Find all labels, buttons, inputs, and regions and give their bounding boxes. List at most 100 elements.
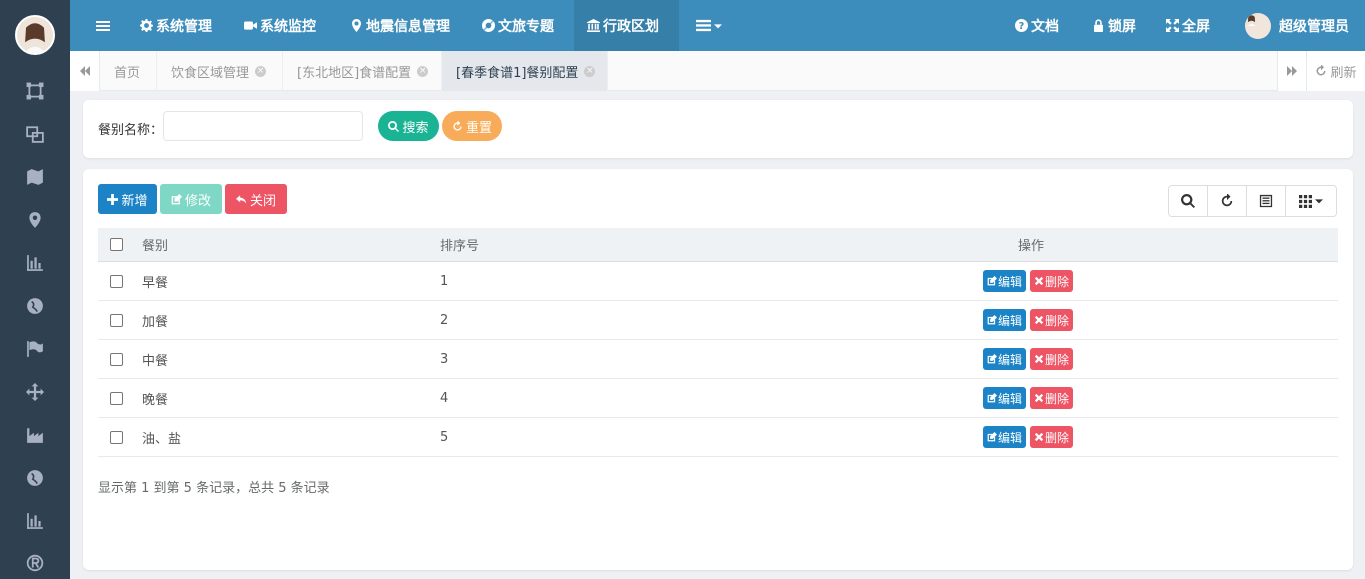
search-button-label: 搜索 [402,120,429,136]
plus-icon [107,193,119,205]
order-cell: 2 [440,312,449,328]
edit-icon [987,393,997,403]
tabs-refresh-button[interactable]: 刷新 [1306,51,1365,91]
row-edit-button[interactable]: 编辑 [983,309,1027,331]
row-delete-label: 删除 [1045,430,1070,445]
sidebar-map-marker-icon[interactable] [23,208,47,232]
add-button[interactable]: 新增 [98,184,157,214]
table-header: 餐别 排序号 操作 [98,228,1338,262]
search-label: 餐别名称： [98,123,164,138]
table-columns-button[interactable] [1286,186,1336,216]
sidebar-flag-checkered-icon[interactable] [23,337,47,361]
nav-label: 行政区划 [603,18,659,35]
row-delete-button[interactable]: 删除 [1030,348,1074,370]
row-edit-button[interactable]: 编辑 [983,387,1027,409]
sidebar-bar-chart-icon[interactable] [23,251,47,275]
row-delete-button[interactable]: 删除 [1030,270,1074,292]
tab-home[interactable]: 首页 [100,51,157,91]
nav-lock-screen[interactable]: 锁屏 [1092,0,1136,51]
table-search-toggle[interactable] [1169,186,1208,216]
row-delete-button[interactable]: 删除 [1030,426,1074,448]
sidebar-industry-icon[interactable] [23,423,47,447]
nav-fullscreen[interactable]: 全屏 [1166,0,1210,51]
sidebar-globe-icon-2[interactable] [23,466,47,490]
tab-recipe-config[interactable]: [东北地区]食谱配置 × [283,51,442,91]
row-edit-button[interactable]: 编辑 [983,348,1027,370]
table-row[interactable]: 早餐 1 编辑 删除 [98,262,1338,301]
row-edit-button[interactable]: 编辑 [983,270,1027,292]
nav-label: 全屏 [1182,18,1210,35]
nav-more-menu[interactable] [696,0,725,51]
nav-cultural-tourism[interactable]: 文旅专题 [482,0,554,51]
nav-administrative-division[interactable]: 行政区划 [574,0,679,51]
row-checkbox[interactable] [110,340,123,378]
tabs-scroll-right-button[interactable] [1277,51,1307,91]
sidebar-registered-icon[interactable] [23,551,47,575]
sidebar-map-icon[interactable] [23,165,47,189]
row-checkbox[interactable] [110,301,123,339]
tab-meal-config[interactable]: [春季食谱1]餐别配置 × [442,51,608,91]
order-cell: 4 [440,390,449,406]
edit-icon [171,193,182,204]
nav-system-monitor[interactable]: 系统监控 [244,0,316,51]
tab-diet-region[interactable]: 饮食区域管理 × [157,51,283,91]
nav-user-menu[interactable]: 超级管理员 [1245,0,1349,51]
sidebar-object-group-icon[interactable] [23,122,47,146]
tab-close-icon[interactable]: × [417,65,429,77]
order-cell: 3 [440,351,449,367]
nav-system-management[interactable]: 系统管理 [140,0,212,51]
hamburger-menu-icon[interactable] [96,0,113,51]
tab-label: [春季食谱1]餐别配置 [456,65,579,81]
top-navbar: 系统管理 系统监控 地震信息管理 文旅专题 行政区划 ? 文档 锁屏 全屏 超级… [70,0,1365,51]
tab-label: [东北地区]食谱配置 [297,65,412,81]
nav-label: 系统管理 [156,18,212,35]
select-all-checkbox[interactable] [110,228,123,261]
times-icon [1034,393,1044,403]
search-button[interactable]: 搜索 [378,111,439,141]
th-icon [1299,194,1312,208]
nav-earthquake-info[interactable]: 地震信息管理 [350,0,450,51]
sidebar-avatar[interactable] [15,15,55,55]
table-row[interactable]: 中餐 3 编辑 删除 [98,340,1338,379]
video-camera-icon [244,21,257,30]
sidebar-arrows-icon[interactable] [23,380,47,404]
meal-name-cell: 中餐 [142,353,169,369]
tabs-scroll-left-button[interactable] [70,51,100,91]
row-checkbox[interactable] [110,379,123,417]
table-panel: 新增 修改 关闭 餐别 排序号 操作 早餐 1 编辑 删除 加餐 2 编辑 删除… [83,169,1353,570]
add-button-label: 新增 [121,193,148,209]
refresh-label: 刷新 [1330,65,1357,81]
column-header-order[interactable]: 排序号 [440,228,479,261]
tab-close-icon[interactable]: × [584,65,596,77]
row-edit-button[interactable]: 编辑 [983,426,1027,448]
tab-close-icon[interactable]: × [255,65,267,77]
sidebar-frame-icon[interactable] [23,79,47,103]
sidebar-globe-icon[interactable] [23,294,47,318]
sidebar-bar-chart-icon-2[interactable] [23,509,47,533]
column-header-actions: 操作 [1018,239,1045,254]
meal-name-search-input[interactable] [163,111,363,141]
table-refresh-button[interactable] [1208,186,1247,216]
refresh-icon [1221,194,1233,207]
row-delete-button[interactable]: 删除 [1030,387,1074,409]
column-header-meal[interactable]: 餐别 [142,228,168,261]
nav-label: 锁屏 [1108,18,1136,35]
meal-name-cell: 加餐 [142,314,169,330]
nav-docs[interactable]: ? 文档 [1015,0,1059,51]
edit-icon [987,276,997,286]
tab-label: 饮食区域管理 [171,65,250,81]
close-button[interactable]: 关闭 [225,184,287,214]
row-checkbox[interactable] [110,262,123,300]
reset-button[interactable]: 重置 [442,111,502,141]
row-delete-button[interactable]: 删除 [1030,309,1074,331]
table-toggle-view-button[interactable] [1247,186,1286,216]
page-tabs-bar: 首页 饮食区域管理 × [东北地区]食谱配置 × [春季食谱1]餐别配置 × 刷… [70,51,1365,91]
table-row[interactable]: 加餐 2 编辑 删除 [98,301,1338,340]
row-checkbox[interactable] [110,418,123,456]
row-edit-label: 编辑 [998,274,1023,289]
table-row[interactable]: 晚餐 4 编辑 删除 [98,379,1338,418]
row-edit-label: 编辑 [998,430,1023,445]
nav-label: 文旅专题 [498,18,554,35]
table-row[interactable]: 油、盐 5 编辑 删除 [98,418,1338,457]
modify-button[interactable]: 修改 [160,184,222,214]
